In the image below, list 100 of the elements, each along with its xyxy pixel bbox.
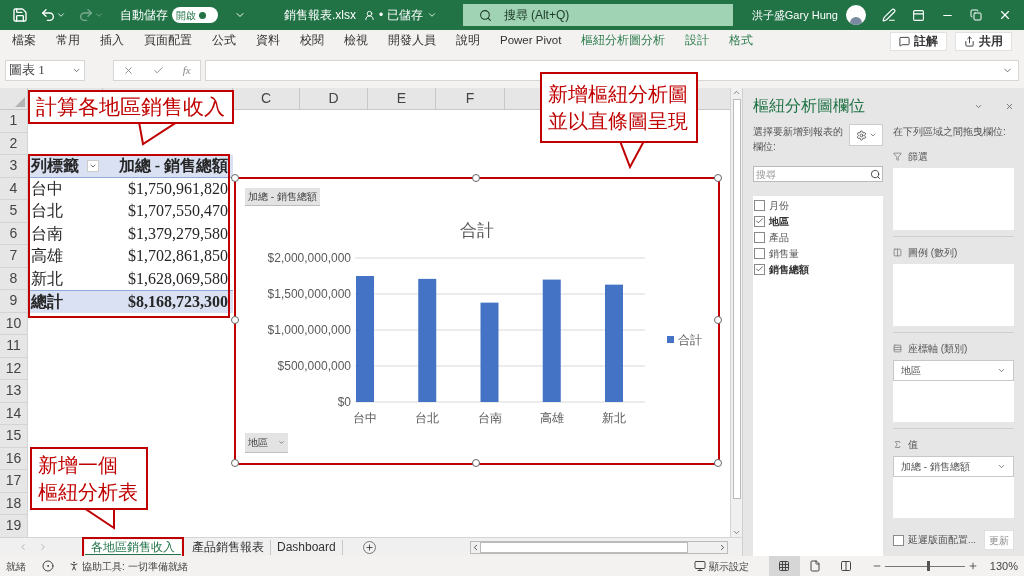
- row-header[interactable]: 2: [0, 132, 28, 155]
- name-box[interactable]: 圖表 1: [5, 59, 85, 81]
- restore-icon[interactable]: [970, 9, 982, 21]
- checkbox[interactable]: [754, 215, 765, 227]
- row-header[interactable]: 4: [0, 177, 28, 200]
- ribbon-display-icon[interactable]: [912, 8, 925, 22]
- resize-handle[interactable]: [472, 174, 480, 182]
- checkbox[interactable]: [893, 534, 904, 546]
- ribbon-tab[interactable]: 設計: [685, 32, 710, 50]
- field-button[interactable]: 加總 - 銷售總額: [245, 188, 320, 206]
- row-header[interactable]: 11: [0, 335, 28, 358]
- row-header[interactable]: 15: [0, 425, 28, 448]
- scroll-down-icon[interactable]: [732, 528, 741, 537]
- check-icon[interactable]: [153, 64, 164, 76]
- page-icon: [809, 560, 822, 572]
- columns-icon: [840, 560, 853, 572]
- view-button[interactable]: [768, 556, 800, 576]
- caret-icon[interactable]: [56, 10, 66, 20]
- close-icon[interactable]: [998, 8, 1012, 22]
- row-header[interactable]: 12: [0, 357, 28, 380]
- ribbon-tab[interactable]: 常用: [56, 32, 80, 50]
- insert-function-button[interactable]: fx: [182, 61, 191, 79]
- search-field[interactable]: 搜尋 (Alt+Q): [462, 4, 733, 26]
- field-button[interactable]: 地區: [245, 433, 288, 453]
- resize-handle[interactable]: [231, 459, 239, 467]
- ribbon-tab[interactable]: 插入: [100, 32, 124, 50]
- drop-area[interactable]: 加總 - 銷售總額: [893, 456, 1014, 518]
- row-header[interactable]: 8: [0, 267, 28, 290]
- resize-handle[interactable]: [714, 174, 722, 182]
- resize-handle[interactable]: [714, 459, 722, 467]
- row-header[interactable]: 7: [0, 245, 28, 268]
- avatar[interactable]: [846, 5, 866, 25]
- comment-icon: [899, 35, 910, 47]
- checkbox[interactable]: [754, 199, 765, 211]
- ribbon-tab[interactable]: 開發人員: [388, 32, 436, 50]
- row-header[interactable]: 1: [0, 110, 28, 133]
- resize-handle[interactable]: [472, 459, 480, 467]
- user-name: 洪子盛Gary Hung: [751, 7, 838, 23]
- area-field[interactable]: 加總 - 銷售總額: [893, 456, 1014, 477]
- close-icon[interactable]: [1005, 101, 1014, 111]
- scrollbar-thumb[interactable]: [732, 99, 741, 499]
- table-cell-text: $1,379,279,580: [127, 223, 229, 244]
- autosave-toggle[interactable]: 開啟: [172, 7, 218, 23]
- ribbon-tab[interactable]: 檢視: [344, 32, 368, 50]
- display-settings-text[interactable]: 顯示設定: [708, 558, 749, 574]
- checkbox[interactable]: [754, 263, 765, 275]
- ribbon-tab[interactable]: 樞紐分析圖分析: [581, 32, 666, 50]
- share-button[interactable]: 共用: [955, 31, 1012, 51]
- ribbon-tab[interactable]: Power Pivot: [500, 32, 562, 50]
- ribbon-tab[interactable]: 格式: [729, 32, 754, 50]
- row-header[interactable]: 16: [0, 447, 28, 470]
- resize-handle[interactable]: [714, 316, 722, 324]
- zoom-in-icon[interactable]: [967, 561, 978, 571]
- ribbon-tab[interactable]: 頁面配置: [144, 32, 192, 50]
- scroll-up-icon[interactable]: [732, 88, 741, 97]
- column-header[interactable]: D: [300, 88, 368, 109]
- cancel-icon[interactable]: [123, 64, 135, 76]
- area-field[interactable]: 地區: [893, 360, 1014, 381]
- sheet-tab[interactable]: Dashboard: [271, 539, 343, 555]
- row-header[interactable]: 3: [0, 155, 28, 178]
- undo-icon[interactable]: [40, 7, 56, 23]
- pen-icon[interactable]: [882, 8, 896, 22]
- row-header[interactable]: 10: [0, 312, 28, 335]
- row-header[interactable]: 13: [0, 380, 28, 403]
- ribbon-tab[interactable]: 說明: [456, 32, 480, 50]
- row-header[interactable]: 19: [0, 515, 28, 537]
- sheet-tab[interactable]: 各地區銷售收入: [85, 540, 181, 555]
- scrollbar-thumb[interactable]: [479, 541, 688, 553]
- row-header[interactable]: 14: [0, 402, 28, 425]
- macro-record-icon[interactable]: [42, 560, 54, 572]
- filter-icon: [893, 151, 902, 161]
- ribbon-tab[interactable]: 檔案: [12, 32, 36, 50]
- caret-icon[interactable]: [426, 10, 437, 20]
- tools-button[interactable]: [849, 124, 883, 146]
- resize-handle[interactable]: [231, 316, 239, 324]
- row-header[interactable]: 6: [0, 222, 28, 245]
- column-header[interactable]: E: [368, 88, 436, 109]
- checkbox[interactable]: [754, 231, 765, 243]
- ribbon-tab[interactable]: 公式: [212, 32, 236, 50]
- axis-label: $500,000,000: [277, 359, 351, 373]
- ribbon-tab[interactable]: 校閱: [300, 32, 324, 50]
- sheet-tab[interactable]: 產品銷售報表: [186, 539, 271, 555]
- save-icon[interactable]: [12, 7, 28, 23]
- ribbon-tab[interactable]: 資料: [256, 32, 280, 50]
- display-settings-icon[interactable]: [693, 560, 706, 572]
- row-header[interactable]: 5: [0, 200, 28, 223]
- row-header[interactable]: 17: [0, 470, 28, 493]
- drop-area[interactable]: 地區: [893, 360, 1014, 422]
- formula-input[interactable]: [205, 59, 1019, 81]
- checkbox[interactable]: [754, 247, 765, 259]
- column-header[interactable]: F: [436, 88, 505, 109]
- row-header[interactable]: 18: [0, 492, 28, 515]
- resize-handle[interactable]: [231, 174, 239, 182]
- accessibility-icon[interactable]: [68, 560, 80, 572]
- row-header[interactable]: 9: [0, 290, 28, 313]
- comments-button[interactable]: 註解: [890, 31, 947, 51]
- filter-dropdown[interactable]: [87, 159, 99, 172]
- zoom-level[interactable]: 130%: [989, 557, 1018, 575]
- zoom-slider-thumb[interactable]: [927, 561, 931, 571]
- axis-label: 台南: [477, 411, 502, 425]
